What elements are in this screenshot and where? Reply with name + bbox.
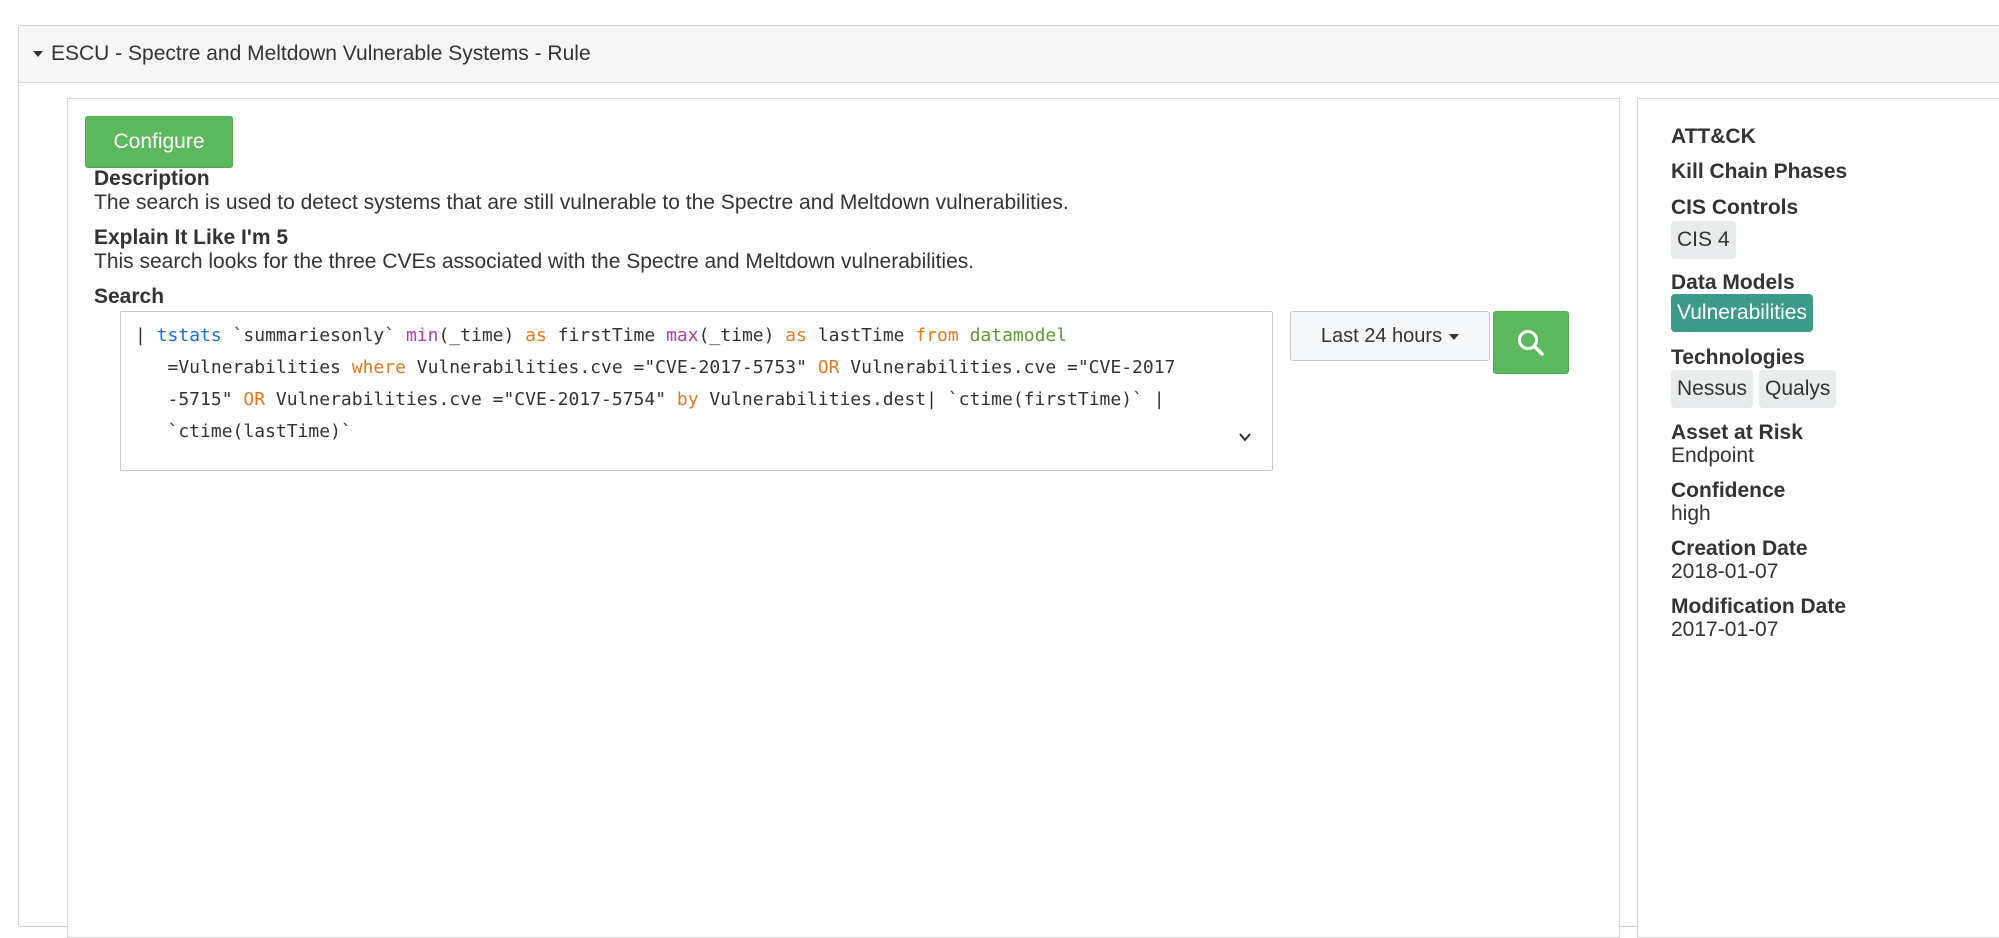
technology-tag: Qualys [1759,370,1837,408]
eli5-text: This search looks for the three CVEs ass… [94,250,975,273]
panel-title: ESCU - Spectre and Meltdown Vulnerable S… [51,42,591,65]
attack-label: ATT&CK [1671,125,1756,148]
query-token [959,325,970,346]
query-token: where [351,357,406,378]
search-heading: Search [94,285,165,308]
query-token: OR [243,389,266,410]
asset-at-risk-value: Endpoint [1671,444,1754,467]
query-token: | [135,325,157,346]
search-button[interactable] [1493,311,1569,374]
time-range-label: Last 24 hours [1320,324,1443,347]
query-line-1: | tstats `summariesonly` min(_time) as f… [135,320,1067,352]
chevron-down-icon[interactable] [1238,430,1252,444]
query-token: max [666,325,699,346]
query-token: Vulnerabilities.cve ="CVE-2017-5753" [405,357,818,378]
query-token: datamodel [969,325,1068,346]
kill-chain-label: Kill Chain Phases [1671,160,1848,183]
technologies-tags: Nessus Qualys [1671,370,1837,408]
query-line-2: =Vulnerabilities where Vulnerabilities.c… [135,352,1176,384]
query-token: firstTime [546,325,667,346]
description-text: The search is used to detect systems tha… [94,191,1069,214]
main-content-card: Configure Description The search is used… [67,98,1620,938]
data-models-tags: Vulnerabilities [1671,294,1813,332]
query-token: Vulnerabilities.cve ="CVE-2017-5754" [265,389,677,410]
creation-date-label: Creation Date [1671,537,1808,560]
query-token: Vulnerabilities.dest| `ctime(firstTime)`… [698,389,1165,410]
data-model-tag[interactable]: Vulnerabilities [1671,294,1813,332]
confidence-value: high [1671,502,1711,525]
query-token: OR [817,357,840,378]
data-models-label: Data Models [1671,271,1795,294]
query-token: as [785,325,807,346]
query-token: tstats [156,325,222,346]
configure-button[interactable]: Configure [85,116,233,168]
modification-date-label: Modification Date [1671,595,1847,618]
query-token: as [525,325,547,346]
technologies-label: Technologies [1671,346,1805,369]
search-icon [1518,329,1544,356]
query-line-4: `ctime(lastTime)` [135,416,352,448]
time-range-picker[interactable]: Last 24 hours [1290,311,1490,361]
cis-tag: CIS 4 [1671,221,1736,259]
caret-down-icon [1449,334,1460,340]
creation-date-value: 2018-01-07 [1671,560,1779,583]
query-token: `summariesonly` [221,325,406,346]
modification-date-value: 2017-01-07 [1671,618,1779,641]
eli5-heading: Explain It Like I'm 5 [94,226,289,249]
query-token: `ctime(lastTime)` [135,421,352,442]
query-token: from [915,325,959,346]
technology-tag: Nessus [1671,370,1754,408]
search-query-editor[interactable]: | tstats `summariesonly` min(_time) as f… [120,311,1273,471]
query-token: (_time) [698,325,786,346]
query-line-3: -5715" OR Vulnerabilities.cve ="CVE-2017… [135,384,1165,416]
metadata-sidebar: ATT&CK Kill Chain Phases CIS Controls CI… [1637,98,1999,938]
caret-down-icon[interactable] [33,51,43,57]
query-token: min [405,325,439,346]
query-token: Vulnerabilities.cve ="CVE-2017 [839,357,1176,378]
query-token: =Vulnerabilities [135,357,352,378]
asset-at-risk-label: Asset at Risk [1671,421,1803,444]
description-heading: Description [94,167,210,190]
cis-controls-label: CIS Controls [1671,196,1799,219]
panel-header[interactable]: ESCU - Spectre and Meltdown Vulnerable S… [19,26,1999,83]
query-token: -5715" [135,389,244,410]
query-token: (_time) [438,325,526,346]
confidence-label: Confidence [1671,479,1786,502]
cis-tags: CIS 4 [1671,221,1736,259]
query-token: by [676,389,699,410]
query-token: lastTime [806,325,916,346]
